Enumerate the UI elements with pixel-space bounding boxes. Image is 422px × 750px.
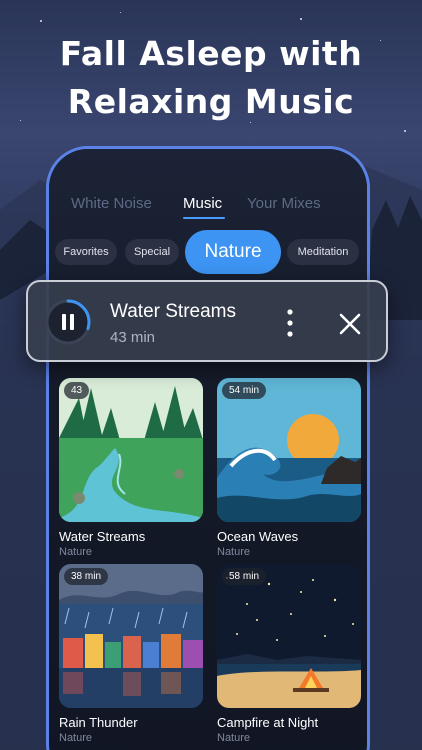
category-tabs: White Noise Music Your Mixes bbox=[49, 195, 367, 221]
chip-nature[interactable]: Nature bbox=[185, 230, 281, 274]
track-title: Ocean Waves bbox=[217, 529, 299, 544]
headline-line-1: Fall Asleep with bbox=[59, 34, 363, 73]
close-icon bbox=[339, 313, 361, 335]
tab-your-mixes[interactable]: Your Mixes bbox=[247, 195, 321, 212]
track-category: Nature bbox=[59, 546, 93, 558]
track-card-ocean-waves[interactable]: 54 min Ocean Waves Nature bbox=[217, 378, 361, 558]
duration-badge: 38 min bbox=[64, 568, 109, 585]
track-category: Nature bbox=[217, 732, 251, 744]
track-card-campfire-at-night[interactable]: 58 min Campfire at Night Nature bbox=[217, 564, 361, 744]
track-artwork: 58 min bbox=[217, 564, 361, 708]
track-title: Campfire at Night bbox=[217, 715, 319, 730]
chip-favorites[interactable]: Favorites bbox=[55, 239, 117, 265]
phone-frame: White Noise Music Your Mixes Favorites S… bbox=[46, 146, 370, 750]
chip-special[interactable]: Special bbox=[125, 239, 179, 265]
track-category: Nature bbox=[59, 732, 93, 744]
track-title: Rain Thunder bbox=[59, 715, 138, 730]
tab-active-indicator bbox=[183, 217, 225, 219]
tab-white-noise[interactable]: White Noise bbox=[71, 195, 152, 212]
now-playing-duration: 43 min bbox=[110, 329, 156, 346]
chip-meditation[interactable]: Meditation bbox=[287, 239, 359, 265]
headline-line-2: Relaxing Music bbox=[67, 82, 355, 121]
pause-button[interactable] bbox=[44, 298, 92, 346]
duration-badge: 58 min bbox=[222, 568, 267, 585]
track-card-rain-thunder[interactable]: 38 min Rain Thunder Nature bbox=[59, 564, 203, 744]
more-vertical-icon bbox=[287, 309, 293, 337]
more-options-button[interactable] bbox=[280, 306, 300, 340]
track-artwork: 54 min bbox=[217, 378, 361, 522]
track-artwork: 43 bbox=[59, 378, 203, 522]
progress-ring bbox=[45, 299, 91, 345]
track-category: Nature bbox=[217, 546, 251, 558]
track-card-water-streams[interactable]: 43 Water Streams Nature bbox=[59, 378, 203, 558]
tab-music[interactable]: Music bbox=[183, 195, 222, 212]
now-playing-title: Water Streams bbox=[110, 301, 236, 322]
duration-badge: 43 bbox=[64, 382, 90, 399]
track-artwork: 38 min bbox=[59, 564, 203, 708]
close-player-button[interactable] bbox=[336, 310, 364, 338]
headline: Fall Asleep with Relaxing Music bbox=[0, 30, 422, 126]
now-playing-bar[interactable]: Water Streams 43 min bbox=[26, 280, 388, 362]
track-title: Water Streams bbox=[59, 529, 146, 544]
duration-badge: 54 min bbox=[222, 382, 267, 399]
